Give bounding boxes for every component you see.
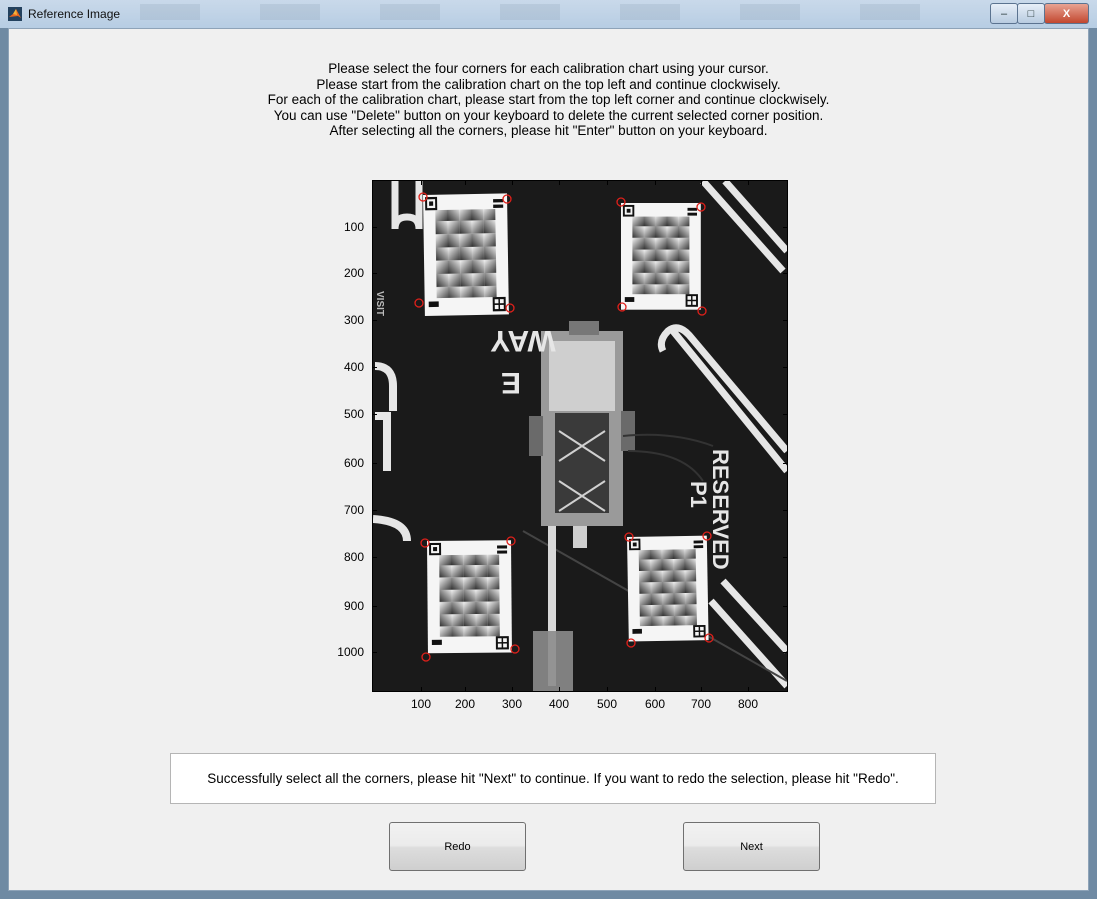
y-tick xyxy=(372,414,377,415)
x-tick xyxy=(465,687,466,692)
x-tick-label: 400 xyxy=(548,697,570,711)
reference-image-axes[interactable]: WAY E RESERVED P1 VISIT xyxy=(372,180,788,692)
y-tick xyxy=(372,557,377,558)
calibration-chart-bottom-right xyxy=(626,534,710,643)
close-button[interactable]: X xyxy=(1044,3,1089,24)
instruction-line: After selecting all the corners, please … xyxy=(329,123,768,139)
reference-image[interactable]: WAY E RESERVED P1 VISIT xyxy=(373,181,787,691)
x-tick-top xyxy=(655,180,656,185)
y-tick xyxy=(372,463,377,464)
road-text-e: E xyxy=(501,366,521,399)
instruction-line: Please select the four corners for each … xyxy=(328,61,769,76)
x-tick-top xyxy=(701,180,702,185)
x-tick xyxy=(748,687,749,692)
y-tick-right xyxy=(783,557,788,558)
x-tick-label: 500 xyxy=(596,697,618,711)
y-tick-right xyxy=(783,320,788,321)
x-tick-top xyxy=(748,180,749,185)
x-tick-top xyxy=(607,180,608,185)
minimize-button[interactable]: – xyxy=(990,3,1018,24)
road-text-reserved: RESERVED xyxy=(708,449,733,570)
y-tick xyxy=(372,227,377,228)
title-bar-background xyxy=(140,4,977,20)
x-tick xyxy=(655,687,656,692)
calibration-chart-top-left xyxy=(421,192,511,318)
y-tick-right xyxy=(783,606,788,607)
instruction-line: Please start from the calibration chart … xyxy=(316,76,781,92)
y-tick xyxy=(372,652,377,653)
y-tick-right xyxy=(783,227,788,228)
x-tick-label: 800 xyxy=(737,697,759,711)
y-tick xyxy=(372,510,377,511)
y-tick xyxy=(372,273,377,274)
next-button[interactable]: Next xyxy=(683,822,820,871)
y-tick-right xyxy=(783,367,788,368)
y-tick-right xyxy=(783,510,788,511)
title-bar[interactable]: Reference Image – □ X xyxy=(0,0,1097,28)
instructions-text: Please select the four corners for each … xyxy=(0,61,1097,139)
x-tick-top xyxy=(559,180,560,185)
x-tick xyxy=(559,687,560,692)
y-tick-label: 1000 xyxy=(337,645,364,659)
x-tick-top xyxy=(465,180,466,185)
x-tick-label: 600 xyxy=(644,697,666,711)
y-tick-label: 600 xyxy=(343,456,364,470)
y-tick-label: 900 xyxy=(343,599,364,613)
road-text-way: WAY xyxy=(490,324,556,357)
y-tick-label: 100 xyxy=(343,220,364,234)
x-tick xyxy=(512,687,513,692)
x-tick xyxy=(701,687,702,692)
road-text-side: VISIT xyxy=(374,291,385,316)
x-tick-top xyxy=(421,180,422,185)
y-tick-right xyxy=(783,414,788,415)
x-tick-label: 200 xyxy=(454,697,476,711)
x-tick-label: 100 xyxy=(410,697,432,711)
calibration-chart-bottom-left xyxy=(425,539,513,655)
y-tick xyxy=(372,320,377,321)
calibration-chart-top-right xyxy=(620,202,702,311)
y-tick-label: 700 xyxy=(343,503,364,517)
y-tick xyxy=(372,367,377,368)
status-message-text: Successfully select all the corners, ple… xyxy=(207,771,899,786)
redo-button[interactable]: Redo xyxy=(389,822,526,871)
x-tick-top xyxy=(512,180,513,185)
y-tick-right xyxy=(783,463,788,464)
road-text-p1: P1 xyxy=(686,481,711,508)
y-tick-label: 300 xyxy=(343,313,364,327)
y-tick-right xyxy=(783,652,788,653)
y-tick-label: 800 xyxy=(343,550,364,564)
y-tick-label: 200 xyxy=(343,266,364,280)
x-tick-label: 700 xyxy=(690,697,712,711)
y-tick xyxy=(372,606,377,607)
instruction-line: You can use "Delete" button on your keyb… xyxy=(273,107,824,123)
x-tick xyxy=(607,687,608,692)
status-message: Successfully select all the corners, ple… xyxy=(170,753,936,804)
x-tick-label: 300 xyxy=(501,697,523,711)
window-title: Reference Image xyxy=(28,7,121,21)
y-tick-label: 500 xyxy=(343,407,364,421)
window-controls: – □ X xyxy=(990,3,1089,24)
matlab-icon xyxy=(8,7,22,21)
y-tick-label: 400 xyxy=(343,360,364,374)
instruction-line: For each of the calibration chart, pleas… xyxy=(267,92,830,108)
x-tick xyxy=(421,687,422,692)
maximize-button[interactable]: □ xyxy=(1017,3,1045,24)
y-tick-right xyxy=(783,273,788,274)
